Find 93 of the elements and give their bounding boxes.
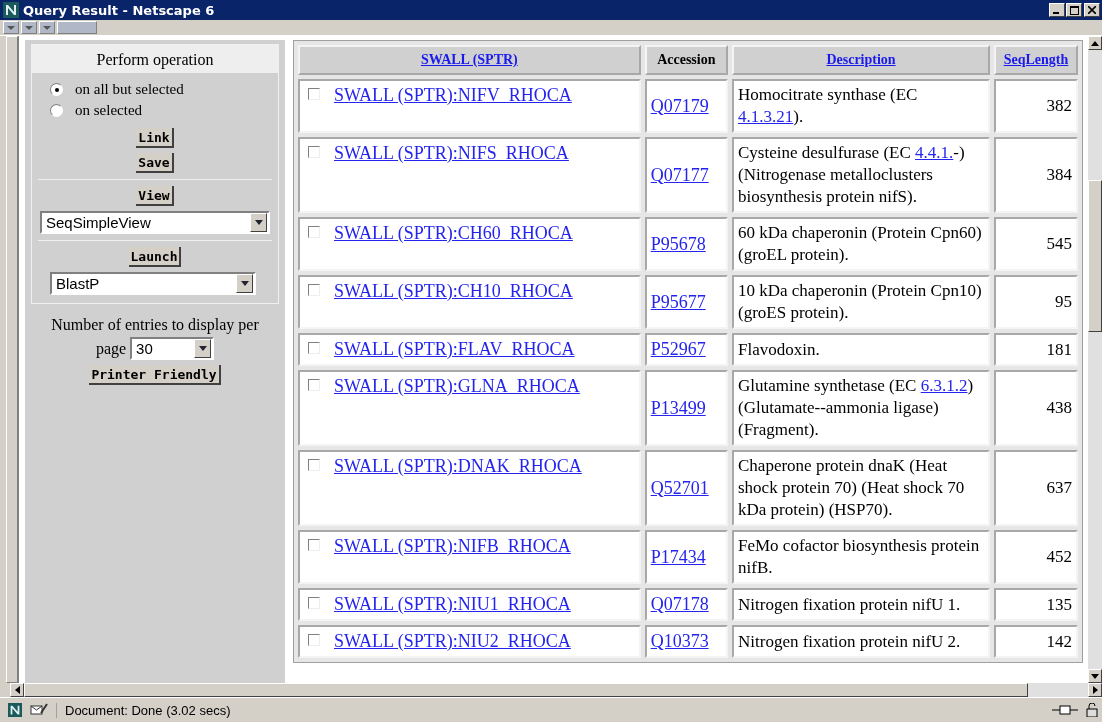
ec-number-link[interactable]: 4.1.3.21 (738, 107, 794, 126)
scroll-down-icon[interactable] (1091, 673, 1099, 679)
window-title: Query Result - Netscape 6 (23, 2, 216, 18)
printer-friendly-button[interactable]: Printer Friendly (89, 365, 221, 385)
caret-icon (240, 281, 249, 286)
description-text: Flavodoxin. (738, 339, 820, 359)
entry-link[interactable]: SWALL (SPTR):CH60_RHOCA (334, 223, 573, 243)
ec-number-link[interactable]: 6.3.1.2 (920, 376, 968, 395)
description-text: Chaperone protein dnaK (Heat shock protein 70) (Heat shock 70 kDa protein) (HSP70). (738, 456, 965, 519)
toolbar-tab[interactable] (57, 21, 97, 34)
radio-label: on all but selected (75, 80, 184, 99)
table-cell: 142 (994, 625, 1078, 658)
row-checkbox[interactable] (308, 146, 320, 158)
connection-icon (1052, 705, 1078, 715)
toolbar-grip-icon[interactable] (3, 21, 19, 34)
dropdown-value: 30 (136, 340, 153, 357)
toolbar-grip-icon[interactable] (39, 21, 55, 34)
table-cell: 438 (994, 370, 1078, 446)
lock-icon (1086, 703, 1098, 717)
page-label: page (95, 339, 127, 358)
description-text: 60 kDa chaperonin (Protein Cpn60) (groEL protein). (738, 223, 982, 264)
entry-link[interactable]: SWALL (SPTR):NIU2_RHOCA (334, 631, 571, 651)
row-checkbox[interactable] (308, 539, 320, 551)
row-checkbox[interactable] (308, 459, 320, 471)
scroll-left-icon[interactable] (14, 686, 20, 694)
ec-number-link[interactable]: 4.4.1. (915, 143, 954, 162)
minimize-button[interactable] (1049, 3, 1065, 17)
column-header: Accession (644, 45, 728, 75)
caret-icon (198, 346, 207, 351)
table-cell: 637 (994, 450, 1078, 526)
view-button[interactable]: View (136, 186, 174, 206)
accession-link[interactable]: Q07177 (650, 164, 709, 185)
app-logo-icon (3, 2, 19, 18)
radio-label: on selected (75, 101, 143, 120)
maximize-button[interactable] (1066, 3, 1082, 17)
row-checkbox[interactable] (308, 597, 320, 609)
close-button[interactable] (1084, 3, 1100, 17)
launch-button[interactable]: Launch (128, 247, 182, 267)
scroll-up-icon[interactable] (1091, 40, 1099, 46)
table-cell: 95 (994, 275, 1078, 329)
save-button[interactable]: Save (136, 153, 174, 173)
entry-link[interactable]: SWALL (SPTR):FLAV_RHOCA (334, 339, 575, 359)
mail-pen-icon[interactable] (30, 703, 48, 717)
view-dropdown[interactable]: SeqSimpleView (40, 211, 270, 234)
table-cell: 545 (994, 217, 1078, 271)
table-cell: 135 (994, 588, 1078, 621)
toolbar-grip-icon[interactable] (21, 21, 37, 34)
column-header-link[interactable]: Description (826, 52, 896, 67)
sidebar-handle[interactable] (6, 36, 18, 683)
entry-link[interactable]: SWALL (SPTR):CH10_RHOCA (334, 281, 573, 301)
radio-button[interactable] (50, 104, 63, 117)
row-checkbox[interactable] (308, 379, 320, 391)
row-checkbox[interactable] (308, 284, 320, 296)
app-logo-icon[interactable] (8, 703, 22, 717)
table-cell: 384 (994, 137, 1078, 213)
entry-link[interactable]: SWALL (SPTR):NIFB_RHOCA (334, 536, 571, 556)
accession-link[interactable]: Q52701 (650, 477, 709, 498)
entry-link[interactable]: SWALL (SPTR):NIFV_RHOCA (334, 85, 572, 105)
entry-link[interactable]: SWALL (SPTR):NIFS_RHOCA (334, 143, 569, 163)
description-text: Cysteine desulfurase (EC 4.4.1.-) (Nitrogenase metalloclusters biosynthesis protein nifS). (738, 143, 965, 206)
row-checkbox[interactable] (308, 226, 320, 238)
column-header-link[interactable]: SWALL (SPTR) (420, 52, 518, 67)
link-button[interactable]: Link (136, 128, 174, 148)
entry-link[interactable]: SWALL (SPTR):NIU1_RHOCA (334, 594, 571, 614)
scroll-right-icon[interactable] (1092, 686, 1098, 694)
dropdown-value: BlastP (56, 275, 100, 292)
entry-link[interactable]: SWALL (SPTR):GLNA_RHOCA (334, 376, 580, 396)
row-checkbox[interactable] (308, 342, 320, 354)
description-text: 10 kDa chaperonin (Protein Cpn10) (groES protein). (738, 281, 982, 322)
table-cell: 181 (994, 333, 1078, 366)
scroll-thumb[interactable] (1088, 180, 1102, 332)
radio-button[interactable] (50, 83, 63, 96)
row-checkbox[interactable] (308, 88, 320, 100)
accession-link[interactable]: P13499 (650, 397, 706, 418)
row-checkbox[interactable] (308, 634, 320, 646)
description-text: FeMo cofactor biosynthesis protein nifB. (738, 536, 980, 577)
entry-link[interactable]: SWALL (SPTR):DNAK_RHOCA (334, 456, 582, 476)
launch-dropdown[interactable]: BlastP (50, 272, 256, 295)
panel-title: Perform operation (32, 45, 278, 73)
table-cell: 382 (994, 79, 1078, 133)
entries-label: Number of entries to display per (50, 315, 260, 335)
table-cell: 452 (994, 530, 1078, 584)
description-text: Nitrogen fixation protein nifU 1. (738, 594, 961, 614)
status-text: Document: Done (3.02 secs) (56, 702, 231, 718)
close-icon (1088, 6, 1096, 14)
description-text: Glutamine synthetase (EC 6.3.1.2) (Glutamate--ammonia ligase) (Fragment). (738, 376, 974, 439)
dropdown-value: SeqSimpleView (46, 214, 151, 231)
maximize-icon (1069, 5, 1079, 15)
description-text: Homocitrate synthase (EC 4.1.3.21). (738, 85, 918, 126)
page-size-dropdown[interactable]: 30 (130, 337, 215, 360)
description-text: Nitrogen fixation protein nifU 2. (738, 631, 961, 651)
vertical-scrollbar[interactable] (1087, 36, 1102, 683)
caret-icon (254, 220, 263, 225)
